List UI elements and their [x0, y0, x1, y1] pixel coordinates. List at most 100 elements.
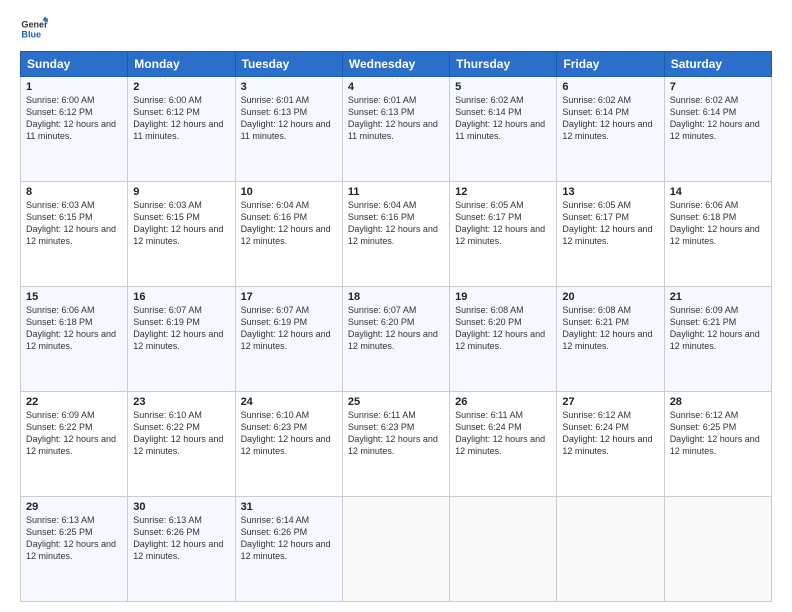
day-number: 5: [455, 81, 551, 93]
day-header-wednesday: Wednesday: [342, 52, 449, 77]
day-number: 26: [455, 396, 551, 408]
day-number: 3: [241, 81, 337, 93]
day-number: 29: [26, 501, 122, 513]
calendar-cell: 16 Sunrise: 6:07 AM Sunset: 6:19 PM Dayl…: [128, 287, 235, 392]
day-number: 12: [455, 186, 551, 198]
day-info: Sunrise: 6:12 AM Sunset: 6:24 PM Dayligh…: [562, 409, 658, 458]
day-info: Sunrise: 6:02 AM Sunset: 6:14 PM Dayligh…: [562, 94, 658, 143]
day-number: 7: [670, 81, 766, 93]
day-info: Sunrise: 6:06 AM Sunset: 6:18 PM Dayligh…: [670, 199, 766, 248]
calendar-cell: 18 Sunrise: 6:07 AM Sunset: 6:20 PM Dayl…: [342, 287, 449, 392]
day-number: 23: [133, 396, 229, 408]
day-info: Sunrise: 6:08 AM Sunset: 6:20 PM Dayligh…: [455, 304, 551, 353]
day-number: 16: [133, 291, 229, 303]
day-number: 9: [133, 186, 229, 198]
day-info: Sunrise: 6:02 AM Sunset: 6:14 PM Dayligh…: [455, 94, 551, 143]
day-number: 22: [26, 396, 122, 408]
day-info: Sunrise: 6:07 AM Sunset: 6:19 PM Dayligh…: [241, 304, 337, 353]
svg-text:Blue: Blue: [21, 29, 41, 39]
calendar-cell: 29 Sunrise: 6:13 AM Sunset: 6:25 PM Dayl…: [21, 497, 128, 602]
day-info: Sunrise: 6:07 AM Sunset: 6:20 PM Dayligh…: [348, 304, 444, 353]
day-number: 19: [455, 291, 551, 303]
day-number: 14: [670, 186, 766, 198]
calendar-cell: 21 Sunrise: 6:09 AM Sunset: 6:21 PM Dayl…: [664, 287, 771, 392]
calendar-cell: 24 Sunrise: 6:10 AM Sunset: 6:23 PM Dayl…: [235, 392, 342, 497]
calendar-cell: 14 Sunrise: 6:06 AM Sunset: 6:18 PM Dayl…: [664, 182, 771, 287]
day-header-sunday: Sunday: [21, 52, 128, 77]
day-info: Sunrise: 6:13 AM Sunset: 6:26 PM Dayligh…: [133, 514, 229, 563]
day-number: 8: [26, 186, 122, 198]
calendar-cell: 8 Sunrise: 6:03 AM Sunset: 6:15 PM Dayli…: [21, 182, 128, 287]
logo-icon: General Blue: [20, 15, 48, 43]
day-number: 10: [241, 186, 337, 198]
calendar-cell: 20 Sunrise: 6:08 AM Sunset: 6:21 PM Dayl…: [557, 287, 664, 392]
day-number: 13: [562, 186, 658, 198]
day-number: 15: [26, 291, 122, 303]
day-header-tuesday: Tuesday: [235, 52, 342, 77]
day-number: 11: [348, 186, 444, 198]
day-info: Sunrise: 6:09 AM Sunset: 6:21 PM Dayligh…: [670, 304, 766, 353]
day-header-friday: Friday: [557, 52, 664, 77]
day-info: Sunrise: 6:07 AM Sunset: 6:19 PM Dayligh…: [133, 304, 229, 353]
calendar-cell: 31 Sunrise: 6:14 AM Sunset: 6:26 PM Dayl…: [235, 497, 342, 602]
calendar-cell: 19 Sunrise: 6:08 AM Sunset: 6:20 PM Dayl…: [450, 287, 557, 392]
day-number: 4: [348, 81, 444, 93]
day-info: Sunrise: 6:00 AM Sunset: 6:12 PM Dayligh…: [26, 94, 122, 143]
day-info: Sunrise: 6:05 AM Sunset: 6:17 PM Dayligh…: [562, 199, 658, 248]
day-info: Sunrise: 6:04 AM Sunset: 6:16 PM Dayligh…: [241, 199, 337, 248]
day-info: Sunrise: 6:02 AM Sunset: 6:14 PM Dayligh…: [670, 94, 766, 143]
calendar-cell: 3 Sunrise: 6:01 AM Sunset: 6:13 PM Dayli…: [235, 77, 342, 182]
svg-text:General: General: [21, 20, 48, 30]
calendar-cell: 1 Sunrise: 6:00 AM Sunset: 6:12 PM Dayli…: [21, 77, 128, 182]
calendar-cell: 27 Sunrise: 6:12 AM Sunset: 6:24 PM Dayl…: [557, 392, 664, 497]
day-number: 6: [562, 81, 658, 93]
day-number: 1: [26, 81, 122, 93]
day-number: 20: [562, 291, 658, 303]
day-number: 30: [133, 501, 229, 513]
day-info: Sunrise: 6:01 AM Sunset: 6:13 PM Dayligh…: [241, 94, 337, 143]
page-header: General Blue: [20, 15, 772, 43]
calendar-cell: 30 Sunrise: 6:13 AM Sunset: 6:26 PM Dayl…: [128, 497, 235, 602]
day-number: 18: [348, 291, 444, 303]
day-info: Sunrise: 6:09 AM Sunset: 6:22 PM Dayligh…: [26, 409, 122, 458]
calendar-cell: 4 Sunrise: 6:01 AM Sunset: 6:13 PM Dayli…: [342, 77, 449, 182]
day-header-saturday: Saturday: [664, 52, 771, 77]
day-info: Sunrise: 6:10 AM Sunset: 6:22 PM Dayligh…: [133, 409, 229, 458]
day-number: 27: [562, 396, 658, 408]
day-number: 21: [670, 291, 766, 303]
logo: General Blue: [20, 15, 48, 43]
calendar-cell: 28 Sunrise: 6:12 AM Sunset: 6:25 PM Dayl…: [664, 392, 771, 497]
calendar-cell: [557, 497, 664, 602]
day-number: 25: [348, 396, 444, 408]
calendar-cell: 10 Sunrise: 6:04 AM Sunset: 6:16 PM Dayl…: [235, 182, 342, 287]
day-number: 17: [241, 291, 337, 303]
day-info: Sunrise: 6:12 AM Sunset: 6:25 PM Dayligh…: [670, 409, 766, 458]
day-info: Sunrise: 6:14 AM Sunset: 6:26 PM Dayligh…: [241, 514, 337, 563]
day-info: Sunrise: 6:13 AM Sunset: 6:25 PM Dayligh…: [26, 514, 122, 563]
calendar-cell: 23 Sunrise: 6:10 AM Sunset: 6:22 PM Dayl…: [128, 392, 235, 497]
day-info: Sunrise: 6:03 AM Sunset: 6:15 PM Dayligh…: [26, 199, 122, 248]
day-info: Sunrise: 6:11 AM Sunset: 6:24 PM Dayligh…: [455, 409, 551, 458]
calendar-cell: 17 Sunrise: 6:07 AM Sunset: 6:19 PM Dayl…: [235, 287, 342, 392]
calendar-cell: 25 Sunrise: 6:11 AM Sunset: 6:23 PM Dayl…: [342, 392, 449, 497]
calendar-cell: 2 Sunrise: 6:00 AM Sunset: 6:12 PM Dayli…: [128, 77, 235, 182]
calendar-cell: 15 Sunrise: 6:06 AM Sunset: 6:18 PM Dayl…: [21, 287, 128, 392]
day-info: Sunrise: 6:04 AM Sunset: 6:16 PM Dayligh…: [348, 199, 444, 248]
calendar-cell: 26 Sunrise: 6:11 AM Sunset: 6:24 PM Dayl…: [450, 392, 557, 497]
day-info: Sunrise: 6:08 AM Sunset: 6:21 PM Dayligh…: [562, 304, 658, 353]
day-info: Sunrise: 6:05 AM Sunset: 6:17 PM Dayligh…: [455, 199, 551, 248]
calendar-cell: 11 Sunrise: 6:04 AM Sunset: 6:16 PM Dayl…: [342, 182, 449, 287]
calendar-cell: 7 Sunrise: 6:02 AM Sunset: 6:14 PM Dayli…: [664, 77, 771, 182]
calendar-cell: 13 Sunrise: 6:05 AM Sunset: 6:17 PM Dayl…: [557, 182, 664, 287]
day-number: 2: [133, 81, 229, 93]
day-header-thursday: Thursday: [450, 52, 557, 77]
day-info: Sunrise: 6:03 AM Sunset: 6:15 PM Dayligh…: [133, 199, 229, 248]
calendar-table: SundayMondayTuesdayWednesdayThursdayFrid…: [20, 51, 772, 602]
day-info: Sunrise: 6:00 AM Sunset: 6:12 PM Dayligh…: [133, 94, 229, 143]
day-number: 24: [241, 396, 337, 408]
calendar-cell: [664, 497, 771, 602]
day-info: Sunrise: 6:11 AM Sunset: 6:23 PM Dayligh…: [348, 409, 444, 458]
calendar-cell: 9 Sunrise: 6:03 AM Sunset: 6:15 PM Dayli…: [128, 182, 235, 287]
day-header-monday: Monday: [128, 52, 235, 77]
calendar-cell: 22 Sunrise: 6:09 AM Sunset: 6:22 PM Dayl…: [21, 392, 128, 497]
